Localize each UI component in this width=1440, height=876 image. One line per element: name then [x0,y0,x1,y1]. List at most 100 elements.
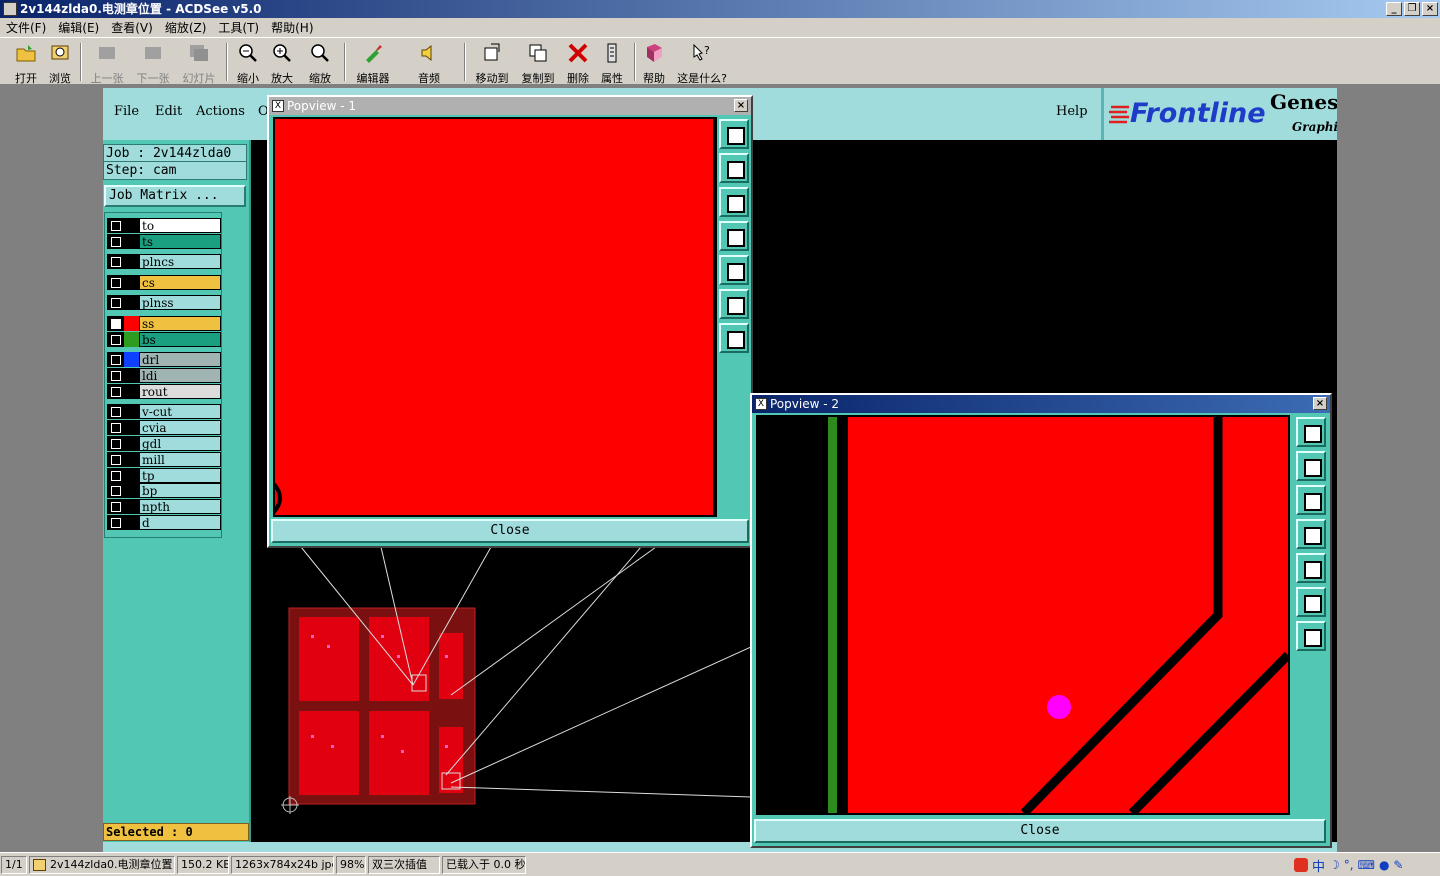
previous-button[interactable]: 上一张 [88,42,126,86]
popview-1-pan-down[interactable] [719,187,749,217]
layer-checkbox[interactable] [107,368,124,383]
moon-icon[interactable]: ☽ [1329,858,1340,872]
layer-row-to[interactable]: to [107,218,221,233]
popview-1-close-button[interactable]: Close [271,519,749,543]
popview-2-canvas[interactable] [756,415,1290,815]
layer-checkbox[interactable] [107,384,124,399]
keyboard-icon[interactable]: ⌨ [1358,858,1375,872]
layer-color-swatch[interactable] [124,452,139,467]
popview-1-zoom-out[interactable] [719,323,749,353]
audio-button[interactable]: 音频 [412,42,446,86]
layer-name[interactable]: npth [139,499,221,514]
browse-button[interactable]: 浏览 [44,42,76,86]
popview-1-titlebar[interactable]: X Popview - 1 × [269,97,751,115]
open-button[interactable]: 打开 [10,42,42,86]
layer-name[interactable]: ss [139,316,221,331]
whats-this-button[interactable]: ? 这是什么? [674,42,730,86]
popview-2-pan-left[interactable] [1296,519,1326,549]
genesis-menu-help[interactable]: Help [1056,104,1088,119]
layer-row-mill[interactable]: mill [107,452,221,467]
popview-2-close-x-button[interactable]: × [1313,397,1327,410]
popview-2-zoom-out[interactable] [1296,621,1326,651]
layer-color-swatch[interactable] [124,515,139,530]
wrench-icon[interactable]: ✎ [1393,858,1403,872]
popview-2-zoom-in[interactable] [1296,587,1326,617]
layer-name[interactable]: d [139,515,221,530]
layer-color-swatch[interactable] [124,420,139,435]
layer-checkbox[interactable] [107,483,124,498]
zoom-button[interactable]: 缩放 [302,42,338,86]
popview-1-zoom-in[interactable] [719,289,749,319]
popview-2-tool-1[interactable] [1296,417,1326,447]
layer-checkbox[interactable] [107,452,124,467]
layer-name[interactable]: plncs [139,254,221,269]
popview-1-pan-left[interactable] [719,221,749,251]
layer-name[interactable]: rout [139,384,221,399]
layer-row-tp[interactable]: tp [107,468,221,483]
layer-row-d[interactable]: d [107,515,221,530]
layer-color-swatch[interactable] [124,499,139,514]
user-icon[interactable]: ● [1379,858,1389,872]
layer-checkbox[interactable] [107,352,124,367]
menu-edit[interactable]: 编辑(E) [52,19,105,36]
layer-checkbox[interactable] [107,404,124,419]
punctuation-icon[interactable]: °, [1344,858,1354,872]
layer-row-v-cut[interactable]: v-cut [107,404,221,419]
layer-row-ss[interactable]: ss [107,316,221,331]
layer-color-swatch[interactable] [124,275,139,290]
layer-checkbox[interactable] [107,515,124,530]
layer-checkbox[interactable] [107,468,124,483]
editor-button[interactable]: 编辑器 [352,42,394,86]
layer-checkbox[interactable] [107,254,124,269]
layer-row-ts[interactable]: ts [107,234,221,249]
layer-row-cvia[interactable]: cvia [107,420,221,435]
layer-name[interactable]: v-cut [139,404,221,419]
restore-button[interactable]: ❐ [1404,2,1420,16]
delete-button[interactable]: 删除 [564,42,592,86]
slideshow-button[interactable]: 幻灯片 [180,42,218,86]
layer-row-plnss[interactable]: plnss [107,295,221,310]
layer-name[interactable]: cs [139,275,221,290]
acdsee-app-icon[interactable] [3,2,17,16]
menu-file[interactable]: 文件(F) [0,19,52,36]
popview-2-pan-up[interactable] [1296,451,1326,481]
zoom-out-button[interactable]: 缩小 [232,42,264,86]
popview-2-pan-right[interactable] [1296,553,1326,583]
popview-2-titlebar[interactable]: X Popview - 2 × [752,395,1330,413]
genesis-menu-edit[interactable]: Edit [155,104,182,119]
next-button[interactable]: 下一张 [134,42,172,86]
layer-name[interactable]: gdl [139,436,221,451]
move-to-button[interactable]: 移动到 [472,42,512,86]
layer-color-swatch[interactable] [124,468,139,483]
menu-view[interactable]: 查看(V) [105,19,159,36]
layer-name[interactable]: to [139,218,221,233]
layer-name[interactable]: bs [139,332,221,347]
popview-2-pan-down[interactable] [1296,485,1326,515]
layer-color-swatch[interactable] [124,436,139,451]
sogou-ime-icon[interactable] [1294,858,1308,872]
zoom-in-button[interactable]: 放大 [266,42,298,86]
layer-name[interactable]: cvia [139,420,221,435]
layer-row-ldi[interactable]: ldi [107,368,221,383]
layer-checkbox[interactable] [107,420,124,435]
genesis-menu-actions[interactable]: Actions [196,104,245,119]
popview-1-canvas[interactable] [273,117,717,517]
layer-color-swatch[interactable] [124,483,139,498]
popview-2-close-button[interactable]: Close [754,819,1326,843]
layer-color-swatch[interactable] [124,295,139,310]
ime-mode[interactable]: 中 [1312,856,1325,875]
layer-name[interactable]: mill [139,452,221,467]
layer-color-swatch[interactable] [124,234,139,249]
popview-1-tool-1[interactable] [719,119,749,149]
popview-1-pan-up[interactable] [719,153,749,183]
layer-row-gdl[interactable]: gdl [107,436,221,451]
layer-row-rout[interactable]: rout [107,384,221,399]
layer-checkbox[interactable] [107,499,124,514]
layer-checkbox[interactable] [107,234,124,249]
genesis-menu-file[interactable]: File [114,104,139,119]
layer-row-plncs[interactable]: plncs [107,254,221,269]
layer-row-bs[interactable]: bs [107,332,221,347]
layer-row-bp[interactable]: bp [107,483,221,498]
layer-color-swatch[interactable] [124,404,139,419]
popview-1-pan-right[interactable] [719,255,749,285]
